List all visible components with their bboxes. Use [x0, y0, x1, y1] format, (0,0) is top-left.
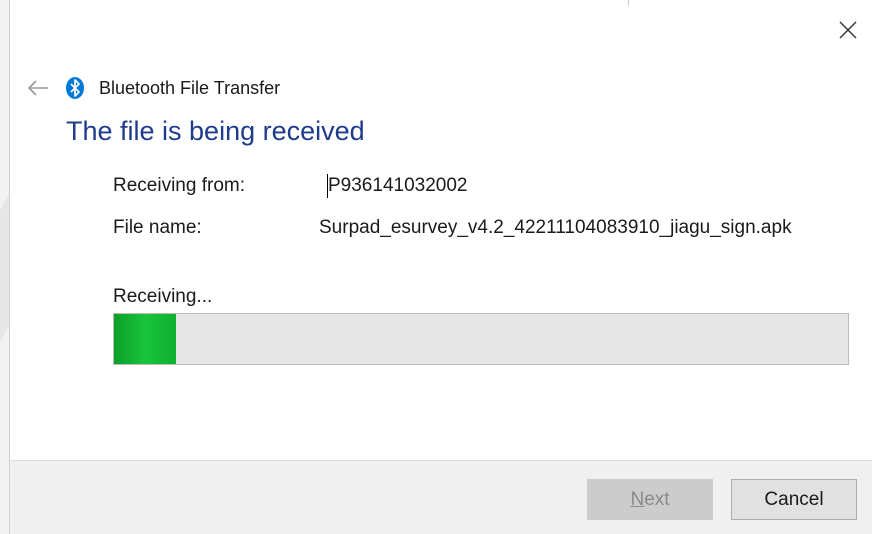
receiving-from-label: Receiving from: — [113, 175, 245, 196]
next-button-accelerator: N — [630, 488, 645, 510]
dialog-footer: Next Cancel — [10, 460, 872, 534]
cancel-button-label: Cancel — [764, 488, 824, 510]
bluetooth-icon — [64, 77, 86, 99]
page-heading: The file is being received — [66, 116, 365, 146]
bluetooth-transfer-dialog: Bluetooth File Transfer The file is bein… — [9, 0, 873, 534]
progress-bar — [113, 313, 849, 365]
progress-bar-fill — [114, 314, 177, 364]
back-arrow-icon — [27, 80, 48, 96]
close-icon — [839, 21, 857, 39]
app-title: Bluetooth File Transfer — [99, 77, 281, 98]
title-row: Bluetooth File Transfer — [24, 74, 280, 102]
next-button[interactable]: Next — [587, 479, 713, 520]
cancel-button[interactable]: Cancel — [731, 479, 857, 520]
receiving-from-value: P936141032002 — [328, 175, 468, 196]
file-name-value: Surpad_esurvey_v4.2_42211104083910_jiagu… — [319, 217, 792, 238]
next-button-label: ext — [644, 488, 670, 510]
file-name-label: File name: — [113, 217, 202, 238]
back-button[interactable] — [24, 74, 52, 102]
close-button[interactable] — [830, 12, 866, 48]
window-edge — [628, 0, 629, 6]
progress-status-label: Receiving... — [113, 286, 213, 307]
